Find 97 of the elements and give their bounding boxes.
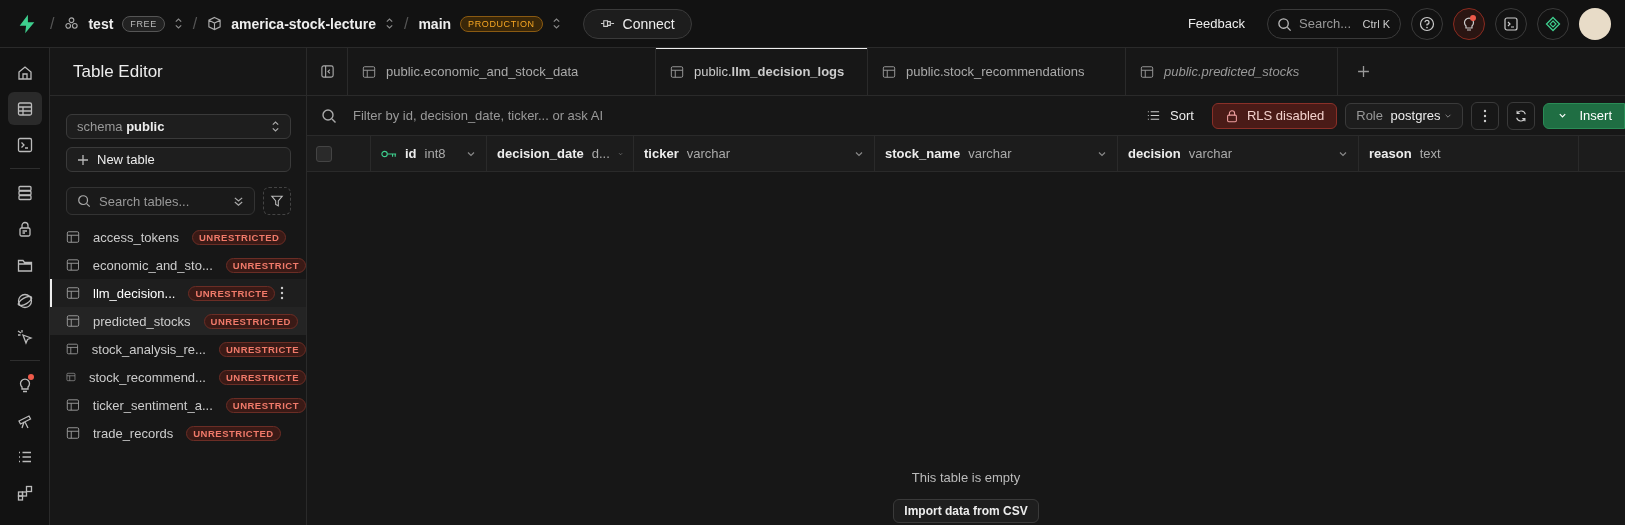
plan-badge: FREE — [122, 15, 165, 32]
unrestricted-badge: UNRESTRICT — [225, 397, 306, 413]
column-header[interactable]: ticker varchar — [634, 136, 875, 171]
insert-button[interactable]: Insert — [1543, 102, 1625, 129]
schema-dropdown[interactable]: schema public — [66, 114, 291, 139]
unrestricted-badge: UNRESTRICT — [225, 257, 306, 273]
avatar[interactable] — [1579, 7, 1611, 40]
database-icon — [15, 183, 34, 202]
terminal-icon — [1503, 15, 1519, 32]
filter-icon — [270, 194, 284, 208]
blocks-icon — [15, 483, 34, 502]
chevron-updown-icon[interactable] — [384, 17, 394, 30]
refresh-button[interactable] — [1507, 101, 1536, 130]
plus-icon — [77, 153, 89, 166]
column-header[interactable]: decision varchar — [1118, 136, 1359, 171]
unrestricted-badge: UNRESTRICTED — [203, 313, 298, 329]
cluster-icon — [64, 16, 80, 31]
key-icon — [381, 148, 397, 159]
notification-dot — [1470, 14, 1476, 21]
unrestricted-badge: UNRESTRICTE — [218, 341, 306, 357]
table-tab[interactable]: public.predicted_stocks — [1126, 48, 1338, 95]
table-icon — [670, 64, 684, 79]
double-chevron-icon[interactable] — [233, 196, 244, 207]
breadcrumb-separator: / — [50, 14, 55, 33]
search-icon — [321, 107, 337, 124]
table-list-item[interactable]: predicted_stocks UNRESTRICTED — [50, 307, 306, 335]
more-vertical-icon — [1483, 108, 1488, 123]
table-icon — [66, 258, 80, 272]
unrestricted-badge: UNRESTRICTE — [188, 285, 276, 301]
list-icon — [1146, 108, 1162, 123]
table-list-item[interactable]: economic_and_sto... UNRESTRICT — [50, 251, 306, 279]
chevron-updown-icon[interactable] — [551, 17, 561, 30]
help-icon — [1419, 15, 1435, 32]
chevron-updown-icon[interactable] — [173, 17, 183, 30]
table-list-item[interactable]: llm_decision... UNRESTRICTE — [50, 279, 306, 307]
filter-button[interactable] — [263, 187, 291, 215]
column-header[interactable]: reason text — [1359, 136, 1579, 171]
cube-icon — [207, 16, 223, 31]
table-search-field[interactable]: Search tables... — [66, 187, 255, 215]
plus-icon — [1356, 65, 1370, 78]
breadcrumb-separator: / — [403, 14, 409, 33]
column-header[interactable]: decision_date d... — [487, 136, 634, 171]
column-header[interactable]: stock_name varchar — [875, 136, 1118, 171]
table-list-item[interactable]: trade_records UNRESTRICTED — [50, 419, 306, 447]
breadcrumb-link[interactable]: test — [88, 15, 114, 32]
sidebar-title: Table Editor — [50, 48, 306, 96]
empty-table-message: This table is empty — [911, 470, 1021, 485]
table-icon — [15, 99, 34, 118]
table-icon — [66, 370, 76, 384]
table-list-item[interactable]: stock_analysis_re... UNRESTRICTE — [50, 335, 306, 363]
table-icon — [66, 342, 79, 356]
select-all-checkbox[interactable] — [316, 145, 332, 162]
table-icon — [66, 426, 80, 440]
connect-button[interactable]: Connect — [582, 8, 692, 39]
table-tab[interactable]: public.stock_recommendations — [868, 48, 1126, 95]
column-header[interactable]: id int8 — [371, 136, 487, 171]
table-list-item[interactable]: access_tokens UNRESTRICTED — [50, 223, 306, 251]
lock-icon — [1224, 108, 1239, 123]
refresh-icon — [1514, 108, 1529, 123]
breadcrumb-link[interactable]: america-stock-lecture — [231, 15, 376, 32]
lightbulb-button[interactable] — [1453, 7, 1485, 40]
lightbulb-icon — [1461, 15, 1477, 32]
table-icon — [362, 64, 376, 79]
table-icon — [66, 230, 80, 244]
search-icon — [1277, 16, 1292, 32]
unrestricted-badge: UNRESTRICTED — [192, 229, 287, 245]
table-nav-button[interactable] — [7, 92, 42, 125]
table-icon — [66, 286, 80, 300]
table-list-item[interactable]: ticker_sentiment_a... UNRESTRICT — [50, 391, 306, 419]
more-vertical-icon[interactable] — [280, 286, 284, 300]
table-icon — [66, 398, 80, 412]
unrestricted-badge: UNRESTRICTED — [186, 425, 281, 441]
shortcut-hint: Ctrl K — [1362, 17, 1390, 30]
new-table-button[interactable]: New table — [66, 147, 291, 172]
search-icon — [77, 194, 91, 208]
globe-icon — [15, 291, 34, 310]
sort-button[interactable]: Sort — [1136, 108, 1204, 123]
unrestricted-badge: UNRESTRICTE — [218, 369, 306, 385]
plan-badge: PRODUCTION — [460, 15, 543, 32]
role-dropdown[interactable]: Role postgres — [1345, 102, 1464, 129]
breadcrumb-separator: / — [192, 14, 198, 33]
terminal-icon — [15, 135, 34, 154]
notification-dot — [27, 374, 34, 380]
table-icon — [1140, 64, 1154, 79]
table-tab[interactable]: public.llm_decision_logs — [656, 48, 868, 95]
feedback-button[interactable]: Feedback — [1181, 15, 1251, 32]
import-csv-button[interactable]: Import data from CSV — [893, 499, 1039, 523]
diamond-icon — [1545, 15, 1561, 32]
cursor-icon — [15, 327, 34, 346]
table-list-item[interactable]: stock_recommend... UNRESTRICTE — [50, 363, 306, 391]
sidebar-toggle-icon — [319, 64, 335, 79]
chevron-down-icon — [1558, 111, 1568, 120]
breadcrumb-link[interactable]: main — [418, 15, 452, 32]
table-icon — [66, 314, 80, 328]
filter-field[interactable]: Filter by id, decision_date, ticker... or ask AI — [321, 100, 1129, 131]
chevron-updown-icon — [271, 120, 280, 133]
table-icon — [882, 64, 896, 79]
